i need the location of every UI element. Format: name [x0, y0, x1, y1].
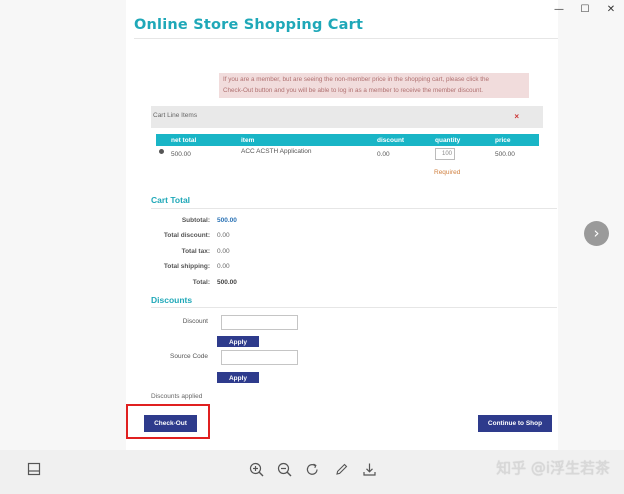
total-discount-value: 0.00: [217, 232, 230, 239]
total-shipping-value: 0.00: [217, 263, 230, 270]
cell-net-total: 500.00: [171, 151, 191, 158]
total-tax-value: 0.00: [217, 248, 230, 255]
total-tax-label: Total tax:: [181, 248, 210, 255]
watermark-text: 知乎 @i浮生若茶: [496, 459, 610, 477]
cart-line-items-label: Cart Line Items: [153, 112, 198, 119]
zoom-in-icon[interactable]: [247, 462, 265, 480]
discounts-applied-label: Discounts applied: [151, 393, 203, 400]
grand-total-value: 500.00: [217, 279, 237, 286]
download-icon[interactable]: [360, 462, 378, 480]
minimize-icon[interactable]: —: [546, 0, 572, 18]
quantity-required-note: Required: [434, 169, 461, 176]
discounts-title: Discounts: [151, 295, 193, 305]
notice-line-1: If you are a member, but are seeing the …: [223, 76, 490, 83]
window-controls: — ☐ ✕: [546, 0, 624, 18]
source-code-label: Source Code: [170, 353, 208, 360]
discount-input[interactable]: [221, 315, 298, 330]
column-item: item: [241, 137, 255, 144]
title-divider: [134, 38, 558, 39]
cart-total-divider: [151, 208, 557, 209]
discounts-divider: [151, 307, 557, 308]
source-code-input[interactable]: [221, 350, 298, 365]
subtotal-value: 500.00: [217, 217, 237, 224]
next-page-icon[interactable]: ›: [584, 221, 609, 246]
panel-icon[interactable]: [25, 462, 43, 480]
quantity-input[interactable]: 100: [435, 148, 455, 160]
member-notice: If you are a member, but are seeing the …: [219, 73, 529, 98]
remove-item-icon[interactable]: ×: [514, 112, 519, 121]
apply-source-code-button[interactable]: Apply: [217, 372, 259, 383]
cell-price: 500.00: [495, 151, 515, 158]
checkout-button[interactable]: Check-Out: [144, 415, 197, 432]
notice-line-2: Check-Out button and you will be able to…: [223, 87, 484, 94]
zoom-out-icon[interactable]: [275, 462, 293, 480]
close-icon[interactable]: ✕: [598, 0, 624, 18]
total-discount-label: Total discount:: [163, 232, 210, 239]
discount-label: Discount: [182, 318, 208, 325]
page-title: Online Store Shopping Cart: [134, 17, 364, 33]
cell-discount: 0.00: [377, 151, 390, 158]
edit-icon[interactable]: [332, 462, 350, 480]
apply-discount-button[interactable]: Apply: [217, 336, 259, 347]
column-price: price: [495, 137, 511, 144]
continue-to-shop-button[interactable]: Continue to Shop: [478, 415, 552, 432]
grand-total-label: Total:: [192, 279, 210, 286]
rotate-icon[interactable]: [303, 462, 321, 480]
cart-table-header: net total item discount quantity price: [156, 134, 539, 146]
cell-item: ACC ACSTH Application: [241, 148, 312, 155]
row-select-radio[interactable]: [159, 149, 164, 154]
maximize-icon[interactable]: ☐: [572, 0, 598, 18]
document-viewer: [0, 0, 624, 450]
cart-line-items-bar: Cart Line Items ×: [151, 106, 543, 128]
column-discount: discount: [377, 137, 405, 144]
subtotal-label: Subtotal:: [181, 217, 210, 224]
column-quantity: quantity: [435, 137, 461, 144]
page-canvas: [126, 0, 558, 450]
column-net-total: net total: [171, 137, 197, 144]
cart-total-title: Cart Total: [151, 195, 191, 205]
total-shipping-label: Total shipping:: [163, 263, 210, 270]
